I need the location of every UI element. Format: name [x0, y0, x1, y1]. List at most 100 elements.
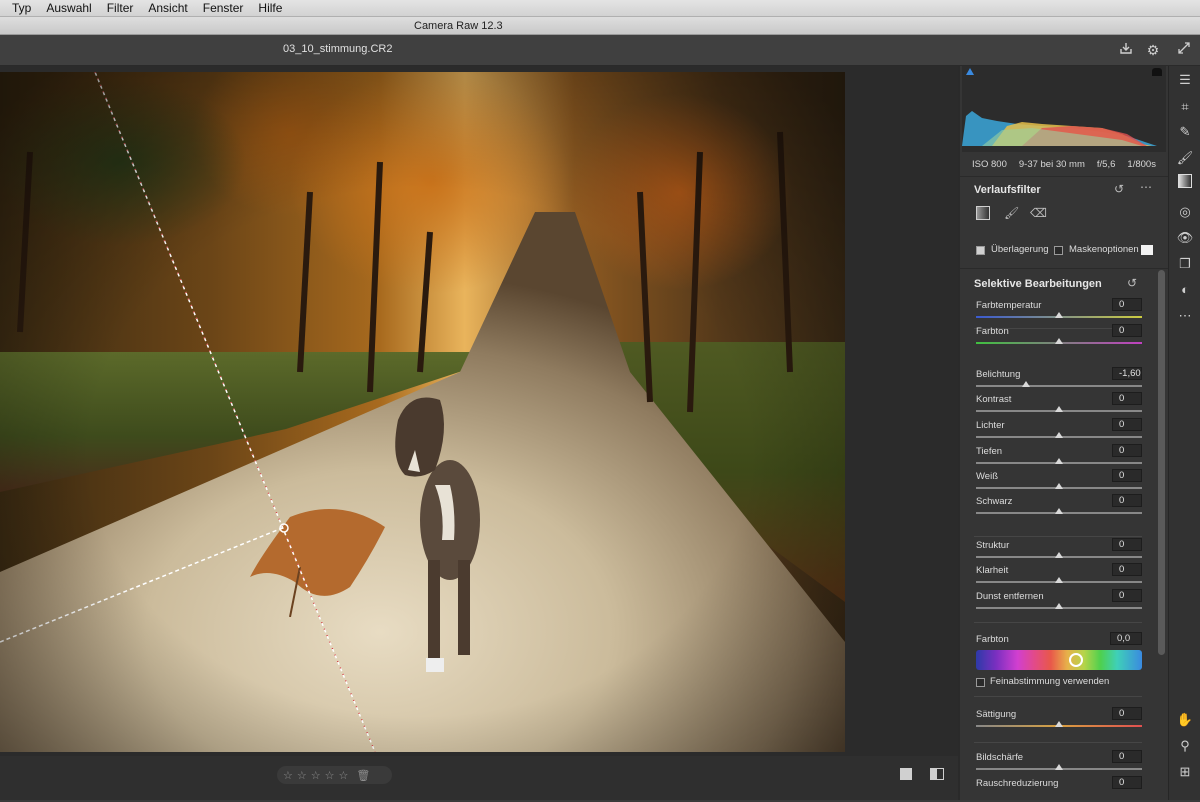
slider-thumb[interactable] [1055, 312, 1063, 318]
slider-thumb[interactable] [1055, 406, 1063, 412]
adjustment-panel: ISO 800 9-37 bei 30 mm f/5,6 1/800s Verl… [960, 66, 1168, 800]
slider-row-struktur[interactable]: Struktur 0 [976, 538, 1142, 564]
slider-row-kontrast[interactable]: Kontrast 0 [976, 392, 1142, 418]
slider-row-weiß[interactable]: Weiß 0 [976, 469, 1142, 495]
fine-tune-label: Feinabstimmung verwenden [990, 676, 1110, 687]
reset-selective-icon[interactable]: ↺ [1127, 276, 1137, 290]
slider-thumb[interactable] [1055, 338, 1063, 344]
slider-row-schwarz[interactable]: Schwarz 0 [976, 494, 1142, 520]
menu-typ[interactable]: Typ [12, 1, 31, 15]
slider-value[interactable]: 0 [1112, 538, 1142, 551]
red-eye-icon[interactable]: 👁 [1175, 228, 1195, 248]
eyedropper-icon[interactable]: ⚲ [1175, 736, 1195, 756]
panel-scrollbar[interactable] [1158, 270, 1165, 655]
slider-label: Tiefen [976, 446, 1003, 457]
menu-hilfe[interactable]: Hilfe [258, 1, 282, 15]
trash-icon[interactable]: 🗑 [356, 769, 370, 782]
slider-label: Dunst entfernen [976, 591, 1044, 602]
slider-row-tiefen[interactable]: Tiefen 0 [976, 444, 1142, 470]
save-icon[interactable] [1116, 40, 1136, 60]
mask-color-swatch[interactable] [1141, 245, 1153, 255]
slider-value[interactable]: 0 [1112, 589, 1142, 602]
star-icon[interactable]: ☆ [325, 769, 335, 782]
slider-value[interactable]: 0 [1112, 298, 1142, 311]
healing-icon[interactable]: ✎ [1175, 122, 1195, 142]
slider-thumb[interactable] [1021, 381, 1030, 387]
menu-filter[interactable]: Filter [107, 1, 134, 15]
fullscreen-icon[interactable] [1174, 40, 1194, 60]
overlay-checkbox[interactable] [976, 246, 985, 255]
eraser-icon[interactable]: ⌫ [1030, 206, 1047, 220]
hand-icon[interactable]: ✋ [1175, 710, 1195, 730]
slider-label: Lichter [976, 420, 1005, 431]
saturation-value[interactable]: 0 [1112, 707, 1142, 720]
slider-value[interactable]: 0 [1112, 469, 1142, 482]
saturation-thumb[interactable] [1055, 721, 1063, 727]
reset-icon[interactable]: ↺ [1114, 182, 1124, 196]
slider-thumb[interactable] [1055, 603, 1063, 609]
slider-value[interactable]: 0 [1112, 324, 1142, 337]
slider-label: Belichtung [976, 369, 1021, 380]
brush-tool-icon[interactable]: 🖌 [1175, 148, 1195, 168]
hue-knob[interactable] [1069, 653, 1083, 667]
slider-label: Schwarz [976, 496, 1013, 507]
saturation-row[interactable]: Sättigung 0 [976, 707, 1142, 733]
presets-icon[interactable]: ◐ [1175, 280, 1195, 300]
slider-value[interactable]: 0 [1112, 444, 1142, 457]
image-canvas[interactable] [0, 66, 958, 756]
gradient-filter-icon[interactable] [1178, 174, 1192, 188]
star-icon[interactable]: ☆ [339, 769, 349, 782]
star-icon[interactable]: ☆ [297, 769, 307, 782]
slider-label: Weiß [976, 471, 998, 482]
gear-icon[interactable]: ⚙ [1143, 40, 1163, 60]
slider-thumb[interactable] [1055, 552, 1063, 558]
hue-color-bar[interactable] [976, 650, 1142, 670]
slider-row-lichter[interactable]: Lichter 0 [976, 418, 1142, 444]
slider-thumb[interactable] [1055, 458, 1063, 464]
slider-thumb[interactable] [1055, 432, 1063, 438]
noise-row[interactable]: Rauschreduzierung 0 [976, 776, 1142, 802]
slider-row-farbton[interactable]: Farbton 0 [976, 324, 1142, 350]
slider-track[interactable] [976, 385, 1142, 387]
photo-preview[interactable] [0, 72, 845, 752]
highlight-clip-icon[interactable] [1152, 68, 1162, 76]
star-icon[interactable]: ☆ [311, 769, 321, 782]
fine-tune-checkbox[interactable] [976, 678, 985, 687]
slider-thumb[interactable] [1055, 577, 1063, 583]
sharpness-value[interactable]: 0 [1112, 750, 1142, 763]
slider-value[interactable]: 0 [1112, 494, 1142, 507]
edit-sliders-icon[interactable]: ☰ [1175, 70, 1195, 90]
crop-icon[interactable]: ⌗ [1175, 97, 1195, 117]
snapshots-icon[interactable]: ❐ [1175, 254, 1195, 274]
slider-value[interactable]: 0 [1112, 563, 1142, 576]
more-options-icon[interactable]: ⋯ [1140, 180, 1152, 194]
shadow-clip-icon[interactable] [966, 68, 974, 75]
grid-icon[interactable]: ⊞ [1175, 762, 1195, 782]
menu-fenster[interactable]: Fenster [203, 1, 244, 15]
star-icon[interactable]: ☆ [283, 769, 293, 782]
compare-view-icon[interactable] [930, 768, 944, 780]
menu-bar: Typ Auswahl Filter Ansicht Fenster Hilfe [0, 0, 1200, 17]
more-tools-icon[interactable]: ⋯ [1175, 306, 1195, 326]
slider-thumb[interactable] [1055, 508, 1063, 514]
sharpness-thumb[interactable] [1055, 764, 1063, 770]
menu-auswahl[interactable]: Auswahl [46, 1, 91, 15]
slider-value[interactable]: -1,60 [1112, 367, 1142, 380]
brush-icon[interactable]: 🖌 [1004, 206, 1019, 220]
slider-row-farbtemperatur[interactable]: Farbtemperatur 0 [976, 298, 1142, 324]
noise-value[interactable]: 0 [1112, 776, 1142, 789]
slider-value[interactable]: 0 [1112, 392, 1142, 405]
slider-row-klarheit[interactable]: Klarheit 0 [976, 563, 1142, 589]
slider-value[interactable]: 0 [1112, 418, 1142, 431]
hue-value[interactable]: 0,0 [1110, 632, 1142, 645]
gradient-tool-icon[interactable] [976, 206, 990, 220]
slider-thumb[interactable] [1055, 483, 1063, 489]
rating-stars[interactable]: ☆ ☆ ☆ ☆ ☆ 🗑 [277, 766, 392, 784]
menu-ansicht[interactable]: Ansicht [148, 1, 187, 15]
single-view-icon[interactable] [900, 768, 912, 780]
radial-filter-icon[interactable]: ◎ [1175, 202, 1195, 222]
sharpness-row[interactable]: Bildschärfe 0 [976, 750, 1142, 776]
slider-row-dunst-entfernen[interactable]: Dunst entfernen 0 [976, 589, 1142, 615]
mask-options-checkbox[interactable] [1054, 246, 1063, 255]
slider-row-belichtung[interactable]: Belichtung -1,60 [976, 367, 1142, 393]
